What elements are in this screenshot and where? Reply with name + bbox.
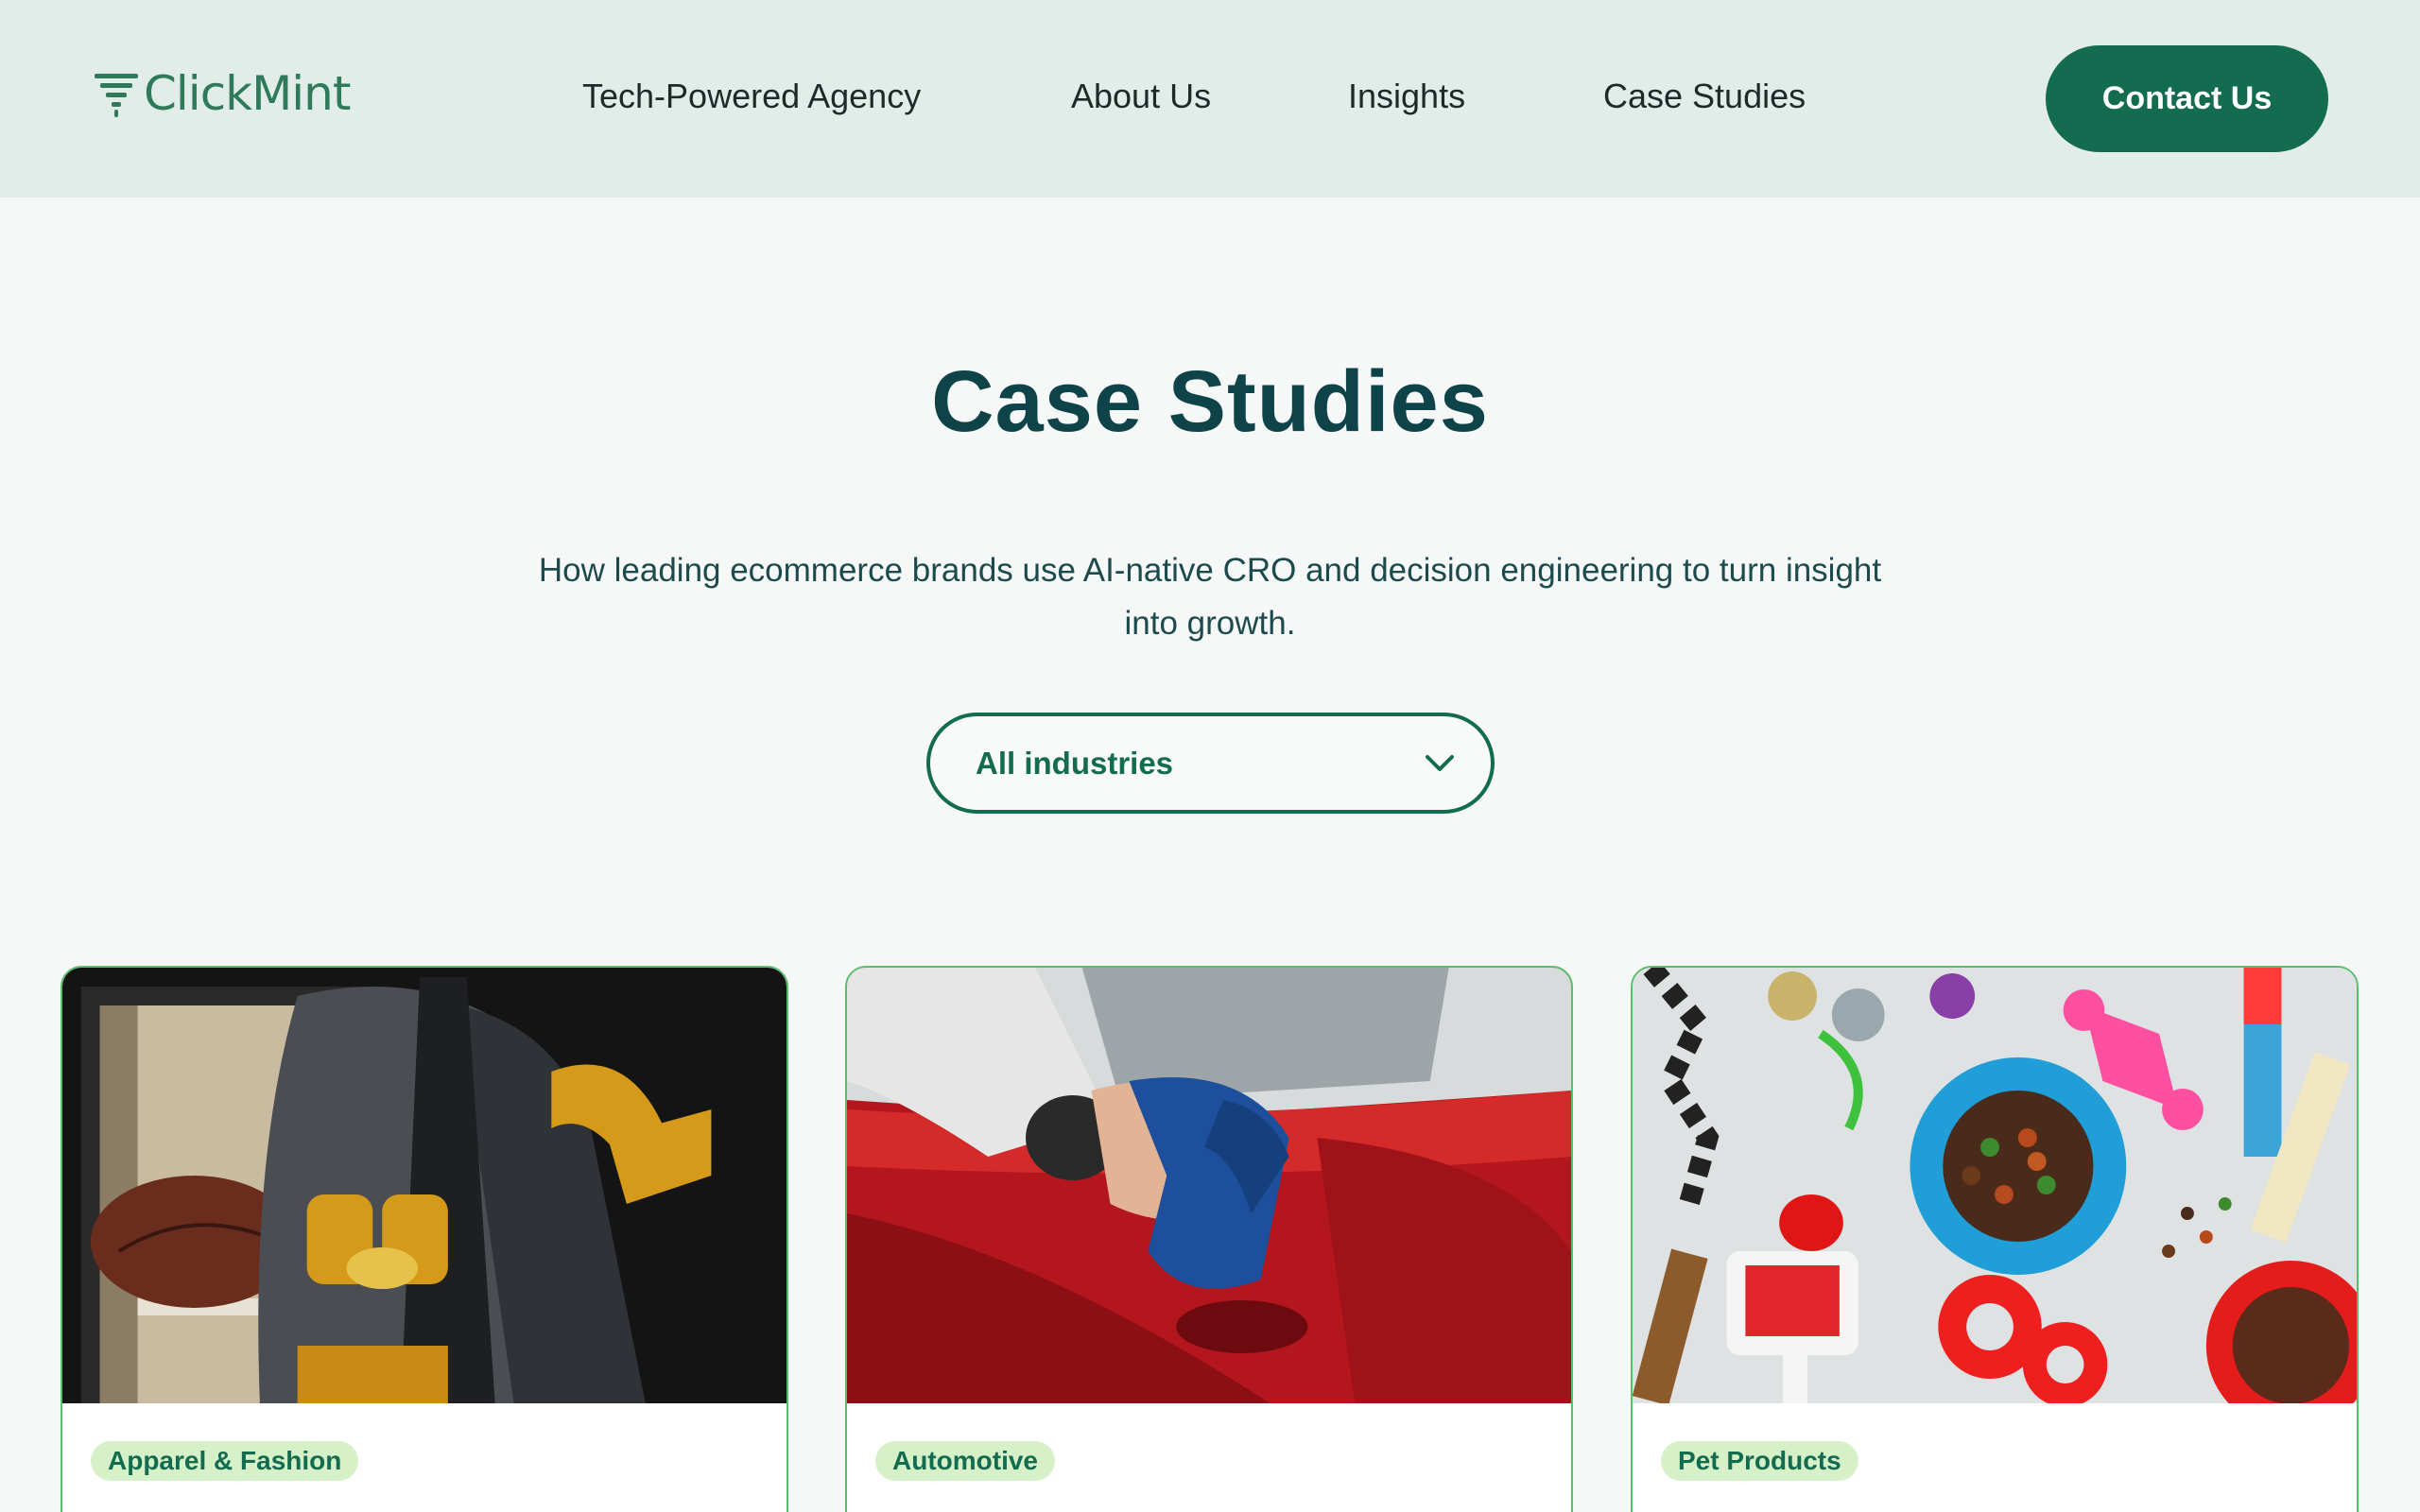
page-subtitle: How leading ecommerce brands use AI-nati… (538, 552, 1882, 642)
case-study-card-apparel[interactable]: Apparel & Fashion (60, 966, 788, 1512)
industry-filter-value: All industries (976, 745, 1174, 781)
case-study-card-automotive[interactable]: Automotive (845, 966, 1573, 1512)
chevron-down-icon (1426, 754, 1454, 771)
industry-tag: Automotive (875, 1441, 1055, 1481)
nav-case-studies[interactable]: Case Studies (1603, 74, 1806, 119)
pet-products-image (1633, 968, 2357, 1403)
industry-tag: Pet Products (1661, 1441, 1858, 1481)
nav-tech-powered-agency[interactable]: Tech-Powered Agency (582, 74, 921, 119)
industry-tag: Apparel & Fashion (91, 1441, 359, 1481)
page-title: Case Studies (931, 353, 1489, 450)
industry-filter-select[interactable]: All industries (926, 713, 1495, 814)
contact-us-button[interactable]: Contact Us (2046, 45, 2328, 152)
varsity-jacket-image (62, 968, 786, 1403)
car-cleaning-image (847, 968, 1571, 1403)
clickmint-logo-icon (95, 74, 138, 117)
logo-link[interactable]: ClickMint (95, 66, 351, 121)
case-study-card-pet-products[interactable]: Pet Products (1631, 966, 2359, 1512)
logo-text: ClickMint (144, 66, 351, 121)
site-header: ClickMint Tech-Powered Agency About Us I… (0, 0, 2420, 198)
nav-about-us[interactable]: About Us (1071, 74, 1211, 119)
nav-insights[interactable]: Insights (1348, 74, 1465, 119)
